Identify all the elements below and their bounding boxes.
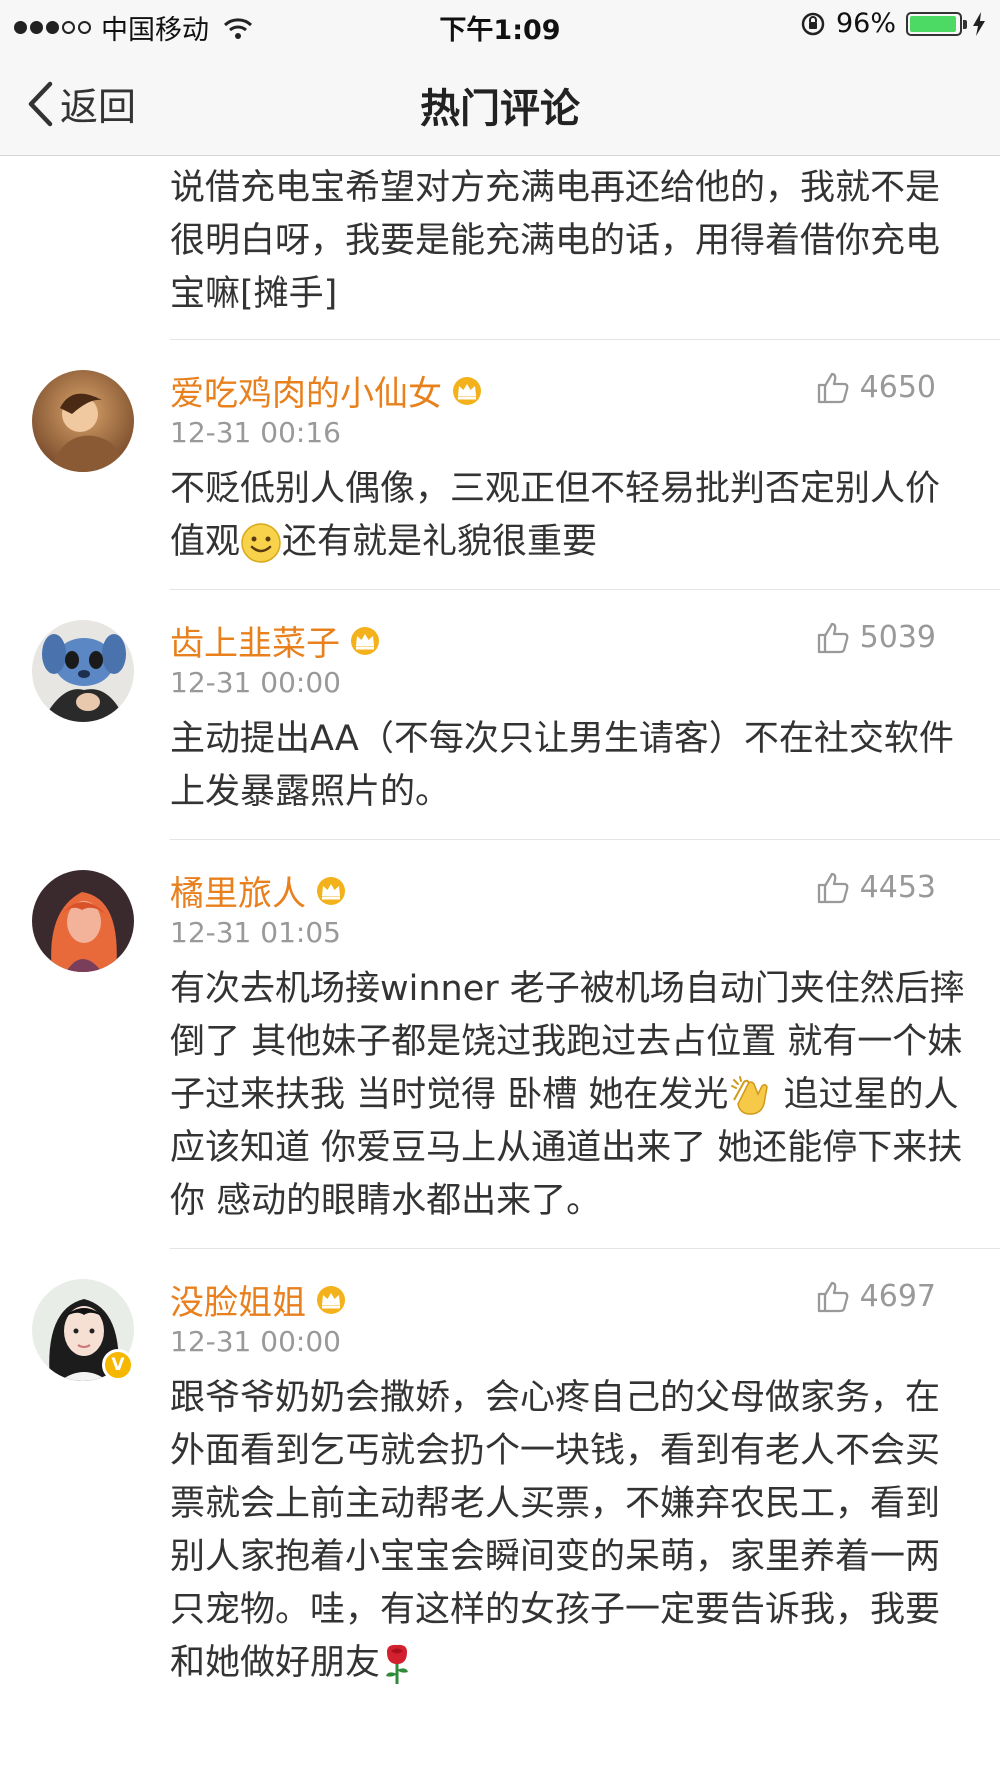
- rose-emoji-icon: [386, 1644, 409, 1684]
- clap-emoji-icon: [731, 1076, 769, 1115]
- navigation-bar: 返回 热门评论: [0, 50, 1000, 156]
- like-button[interactable]: 4453: [816, 870, 936, 905]
- username: 没脸姐姐: [170, 1283, 306, 1323]
- username-link[interactable]: 橘里旅人: [170, 866, 348, 915]
- like-button[interactable]: 5039: [816, 620, 936, 655]
- charging-bolt-icon: [973, 11, 985, 36]
- thumbs-up-icon: [817, 1281, 849, 1312]
- comment-time: 12-31 00:16: [170, 416, 341, 449]
- previous-comment-text: 说借充电宝希望对方充满电再还给他的，我就不是很明白呀，我要是能充满电的话，用得着…: [170, 168, 941, 314]
- verified-v-icon: V: [102, 1349, 134, 1381]
- like-count: 4650: [859, 370, 936, 405]
- battery-percent: 96%: [835, 8, 896, 39]
- username: 爱吃鸡肉的小仙女: [170, 374, 442, 414]
- comment-text: 跟爷爷奶奶会撒娇，会心疼自己的父母做家务，在外面看到乞丐就会扔个一块钱，看到有老…: [170, 1372, 970, 1690]
- username-link[interactable]: 没脸姐姐: [170, 1275, 348, 1324]
- like-button[interactable]: 4650: [816, 370, 936, 405]
- comment-text: 主动提出AA（不每次只让男生请客）不在社交软件上发暴露照片的。: [170, 719, 954, 812]
- thumbs-up-icon: [817, 372, 849, 403]
- like-count: 4453: [859, 870, 936, 905]
- crown-badge-icon: [317, 876, 345, 905]
- avatar[interactable]: [32, 370, 134, 472]
- like-button[interactable]: 4697: [816, 1279, 936, 1314]
- comment-text: 有次去机场接winner 老子被机场自动门夹住然后摔倒了 其他妹子都是饶过我跑过…: [170, 969, 965, 1221]
- comment-item: 齿上韭菜子 5039 12-31 00:00 主动提出AA（不每次只让男生请客）…: [0, 590, 1000, 840]
- comment-item: V 没脸姐姐 4697 12-31 00:00 跟爷爷奶奶会撒娇，会心疼自己的父…: [0, 1249, 1000, 1710]
- comment-item: 爱吃鸡肉的小仙女 4650 12-31 00:16 不贬低别人偶像，三观正但不轻…: [0, 340, 1000, 590]
- thumbs-up-icon: [817, 872, 849, 903]
- crown-badge-icon: [317, 1285, 345, 1314]
- comment-time: 12-31 00:00: [170, 666, 341, 699]
- comment-time: 12-31 00:00: [170, 1325, 341, 1358]
- comment-item: 橘里旅人 4453 12-31 01:05 有次去机场接winner 老子被机场…: [0, 840, 1000, 1249]
- status-bar: 中国移动 下午1:09 96%: [0, 0, 1000, 50]
- comment-time: 12-31 01:05: [170, 916, 341, 949]
- username-link[interactable]: 爱吃鸡肉的小仙女: [170, 366, 484, 415]
- username: 橘里旅人: [170, 874, 306, 914]
- page-title: 热门评论: [420, 86, 580, 132]
- avatar[interactable]: [32, 870, 134, 972]
- crown-badge-icon: [351, 626, 379, 655]
- thumbs-up-icon: [817, 622, 849, 653]
- comment-feed[interactable]: 说借充电宝希望对方充满电再还给他的，我就不是很明白呀，我要是能充满电的话，用得着…: [0, 156, 1000, 1710]
- like-count: 5039: [859, 620, 936, 655]
- username: 齿上韭菜子: [170, 624, 340, 664]
- avatar[interactable]: [32, 620, 134, 722]
- username-link[interactable]: 齿上韭菜子: [170, 616, 382, 665]
- orientation-lock-icon: [801, 12, 825, 35]
- battery-icon: [906, 11, 967, 36]
- crown-badge-icon: [453, 376, 481, 405]
- smile-emoji-icon: [241, 523, 281, 563]
- comment-text: 不贬低别人偶像，三观正但不轻易批判否定别人价值观 还有就是礼貌很重要: [170, 469, 941, 563]
- like-count: 4697: [859, 1279, 936, 1314]
